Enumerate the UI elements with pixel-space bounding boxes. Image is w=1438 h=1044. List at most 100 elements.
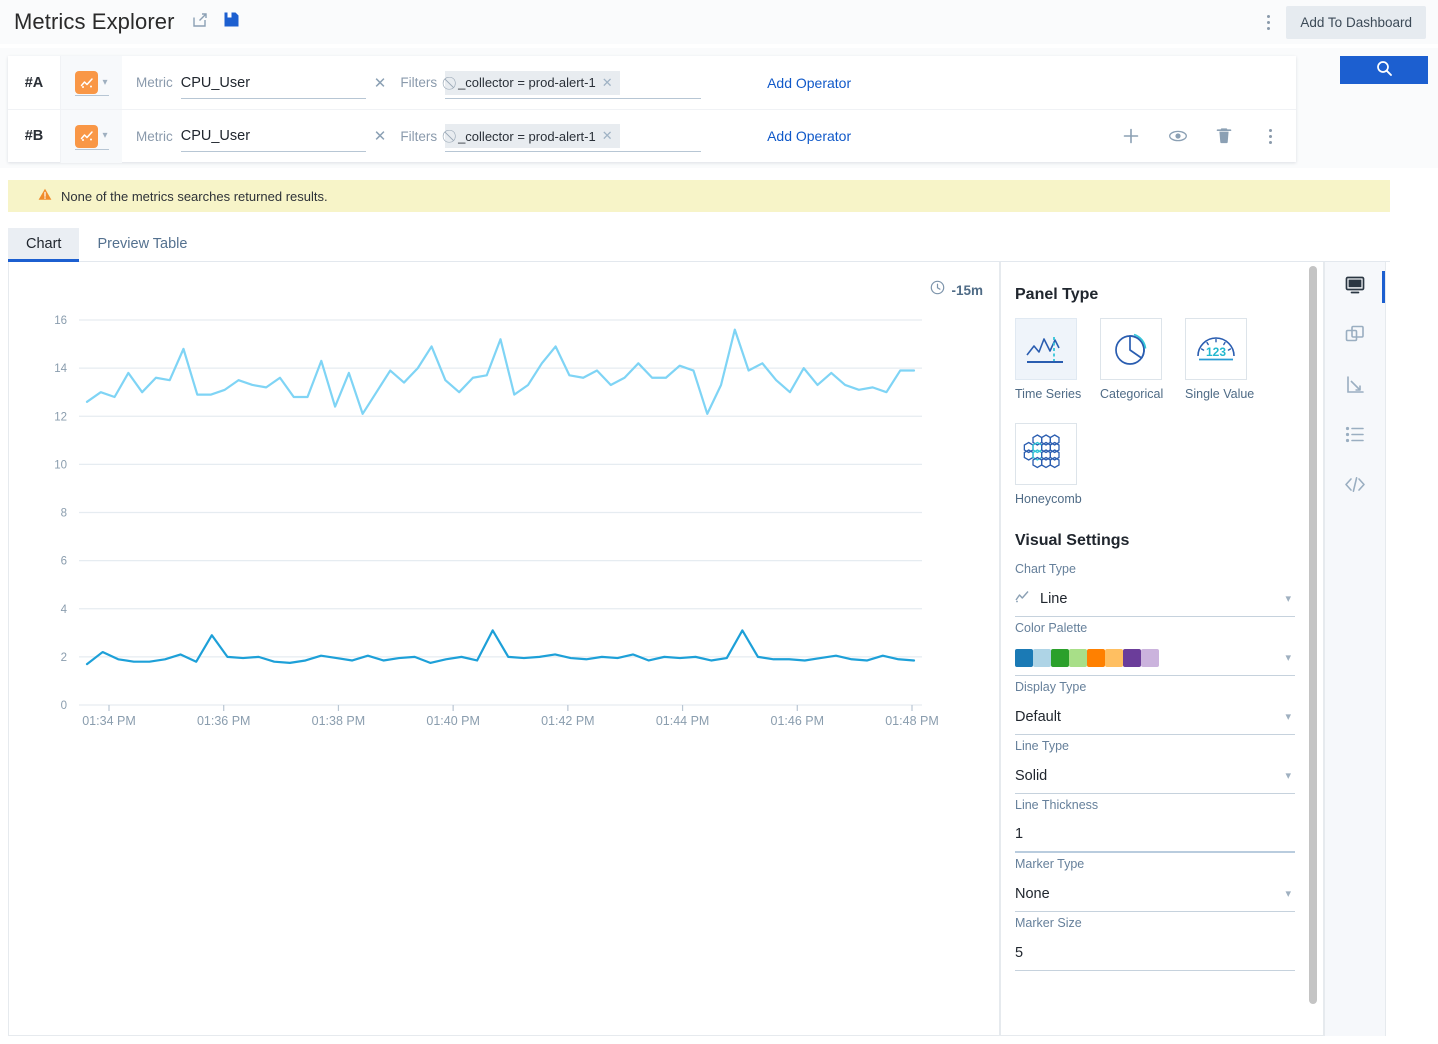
filter-chip-remove-icon-a[interactable]: ✕ [602,75,613,91]
field-display-type: Display Type Default ▾ [1015,680,1299,735]
query-row-b: #B ▾ Metric CPU_User ✕ Filters ⃠ _collec… [8,109,1296,162]
metric-chart-icon [75,71,98,94]
filters-input-a[interactable]: ⃠ _collector = prod-alert-1 ✕ [445,66,701,100]
palette-swatch-3[interactable] [1069,649,1087,667]
chevron-down-icon: ▾ [1285,592,1291,605]
add-icon[interactable] [1122,127,1140,145]
metric-clear-icon-b[interactable]: ✕ [374,127,387,145]
clock-icon [930,280,945,300]
panel-type-grid: Time Series Categorical 1 [1015,318,1299,506]
field-label-line-type: Line Type [1015,739,1299,753]
chart-type-select[interactable]: Line ▾ [1015,583,1295,617]
palette-swatch-1[interactable] [1033,649,1051,667]
marker-size-input[interactable]: 5 [1015,937,1295,971]
rail-item-axes[interactable] [1325,362,1385,412]
line-type-value: Solid [1015,768,1047,784]
warning-text: None of the metrics searches returned re… [61,189,328,204]
add-to-dashboard-button[interactable]: Add To Dashboard [1286,6,1426,39]
search-button[interactable] [1340,56,1428,84]
svg-text:8: 8 [61,508,67,520]
search-icon [1376,60,1393,80]
chevron-down-icon: ▾ [102,131,107,141]
svg-text:01:38 PM: 01:38 PM [312,714,366,728]
palette-swatch-5[interactable] [1105,649,1123,667]
page-title: Metrics Explorer [14,9,175,35]
palette-swatch-2[interactable] [1051,649,1069,667]
filters-input-b[interactable]: ⃠ _collector = prod-alert-1 ✕ [445,119,701,153]
axes-icon [1345,375,1365,400]
svg-text:4: 4 [61,604,68,616]
query-type-selector-a[interactable]: ▾ [60,56,122,109]
svg-text:16: 16 [54,315,67,327]
marker-type-select[interactable]: None ▾ [1015,878,1295,912]
gauge-123-icon: 123 [1185,318,1247,380]
code-icon [1344,476,1366,498]
metric-chart-icon [75,125,98,148]
monitor-icon [1345,276,1365,299]
rail-item-general[interactable] [1325,262,1385,312]
chart-series-line [87,630,914,664]
warning-banner: None of the metrics searches returned re… [8,180,1390,212]
filter-chip-b[interactable]: ⃠ _collector = prod-alert-1 ✕ [445,124,620,148]
palette-swatch-6[interactable] [1123,649,1141,667]
add-operator-link-a[interactable]: Add Operator [767,75,851,91]
panel-type-categorical[interactable]: Categorical [1100,318,1162,401]
scrollbar-thumb[interactable] [1309,266,1317,1004]
display-type-select[interactable]: Default ▾ [1015,701,1295,735]
line-type-select[interactable]: Solid ▾ [1015,760,1295,794]
field-marker-type: Marker Type None ▾ [1015,857,1299,912]
metric-clear-icon-a[interactable]: ✕ [374,74,387,92]
settings-panel-scrollbar[interactable] [1309,266,1317,1021]
rail-item-layers[interactable] [1325,312,1385,362]
list-icon [1345,426,1365,448]
svg-text:01:48 PM: 01:48 PM [885,714,939,728]
filter-chip-remove-icon-b[interactable]: ✕ [602,128,613,144]
chevron-down-icon: ▾ [1285,710,1291,723]
time-range-badge[interactable]: -15m [930,280,983,300]
filter-chip-a[interactable]: ⃠ _collector = prod-alert-1 ✕ [445,71,620,95]
palette-swatch-7[interactable] [1141,649,1159,667]
query-row-a: #A ▾ Metric CPU_User ✕ Filters ⃠ _collec… [8,56,1296,109]
rail-item-legend[interactable] [1325,412,1385,462]
chart-type-value: Line [1040,591,1067,607]
app-header: Metrics Explorer Add To Dashboard [0,0,1438,44]
metric-field-label-a: Metric [136,75,173,90]
line-thickness-input[interactable]: 1 [1015,819,1295,853]
trash-icon[interactable] [1216,127,1232,145]
metric-input-b[interactable]: CPU_User [181,119,366,153]
svg-text:01:34 PM: 01:34 PM [82,714,136,728]
svg-text:12: 12 [54,411,67,423]
add-operator-link-b[interactable]: Add Operator [767,128,851,144]
query-row-label-b: #B [8,128,60,144]
save-icon[interactable] [223,11,240,33]
palette-swatch-4[interactable] [1087,649,1105,667]
settings-icon-rail [1324,262,1438,1036]
panel-type-label-honeycomb: Honeycomb [1015,492,1077,506]
panel-type-time-series[interactable]: Time Series [1015,318,1077,401]
row-more-icon[interactable] [1260,125,1280,147]
palette-swatch-0[interactable] [1015,649,1033,667]
field-line-type: Line Type Solid ▾ [1015,739,1299,794]
query-type-selector-b[interactable]: ▾ [60,110,122,163]
color-palette-select[interactable]: ▾ [1015,642,1295,676]
metric-input-a[interactable]: CPU_User [181,66,366,100]
marker-size-value: 5 [1015,945,1023,961]
tab-preview-table[interactable]: Preview Table [79,228,205,261]
chart-panel: -15m 024681012141601:34 PM01:36 PM01:38 … [8,262,1000,1036]
panel-type-single-value[interactable]: 123 Single Value [1185,318,1247,401]
panel-type-honeycomb[interactable]: Honeycomb [1015,423,1077,506]
header-more-icon[interactable] [1258,11,1278,33]
tab-chart[interactable]: Chart [8,228,79,261]
layers-icon [1345,325,1365,350]
field-chart-type: Chart Type Line ▾ [1015,562,1299,617]
pie-chart-icon [1100,318,1162,380]
time-series-icon [1015,318,1077,380]
eye-icon[interactable] [1168,129,1188,143]
share-icon[interactable] [191,11,209,34]
query-row-label-a: #A [8,75,60,91]
header-right-actions: Add To Dashboard [1258,6,1438,39]
chevron-down-icon: ▾ [1285,769,1291,782]
visual-settings-heading: Visual Settings [1015,532,1299,550]
metric-field-label-b: Metric [136,129,173,144]
rail-item-code[interactable] [1325,462,1385,512]
